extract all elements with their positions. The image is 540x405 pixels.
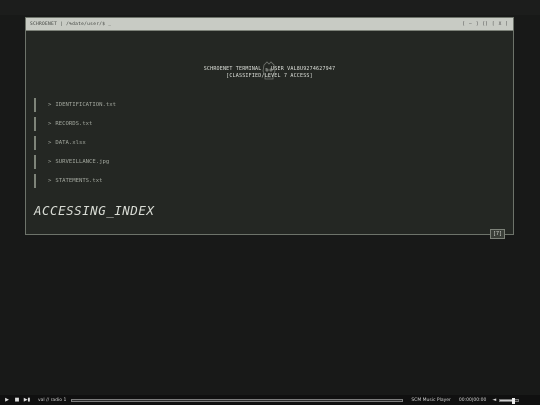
- player-track-name: val // radio 1: [38, 397, 67, 403]
- terminal-access-line: [CLASSIFIED/LEVEL 7 ACCESS]: [226, 72, 313, 79]
- bracket-left-icon: [: [462, 21, 465, 27]
- file-item-bar: [34, 97, 36, 112]
- file-item-label: SURVEILLANCE.jpg: [55, 159, 110, 166]
- file-item-surveillance[interactable]: > SURVEILLANCE.jpg: [34, 153, 116, 172]
- minimize-button[interactable]: –: [468, 22, 473, 27]
- music-player: ▶ ■ ▶▮ val // radio 1 SCM Music Player 0…: [0, 395, 540, 405]
- chevron-right-icon: >: [48, 120, 52, 127]
- close-button[interactable]: X: [498, 22, 503, 27]
- bracket-right-icon: ]: [505, 21, 508, 27]
- maximize-button[interactable]: []: [481, 22, 488, 27]
- volume-slider[interactable]: [499, 397, 520, 404]
- file-item-bar: [34, 135, 36, 150]
- item-counter: [7]: [489, 229, 505, 239]
- file-list: > IDENTIFICATION.txt > RECORDS.txt > DAT…: [34, 95, 116, 191]
- volume-knob[interactable]: [512, 397, 516, 404]
- seek-bar[interactable]: [71, 398, 404, 402]
- chevron-right-icon: >: [48, 101, 52, 108]
- file-item-records[interactable]: > RECORDS.txt: [34, 114, 116, 133]
- file-item-label: RECORDS.txt: [55, 120, 93, 127]
- next-icon[interactable]: ▶▮: [24, 397, 31, 403]
- chevron-right-icon: >: [48, 139, 52, 146]
- file-item-label: IDENTIFICATION.txt: [55, 101, 116, 108]
- file-item-label: DATA.xlsx: [55, 139, 86, 146]
- terminal-window: SCHROENET | /%date/user/$ _ [ – ] [] [ X…: [25, 17, 514, 239]
- bracket-left2-icon: [: [491, 21, 495, 27]
- player-title: SCM Music Player: [411, 397, 451, 403]
- volume-icon[interactable]: ◄: [492, 397, 496, 403]
- terminal-content: SCHROENET TERMINAL - USER VAL8U927462794…: [26, 31, 513, 239]
- file-item-bar: [34, 174, 36, 189]
- accessing-status: ACCESSING_INDEX: [34, 203, 155, 218]
- chevron-right-icon: >: [48, 178, 52, 185]
- file-item-bar: [34, 155, 36, 170]
- window-titlebar[interactable]: SCHROENET | /%date/user/$ _ [ – ] [] [ X…: [26, 18, 513, 31]
- file-item-bar: [34, 116, 36, 131]
- player-time: 00:00|00:00: [458, 397, 487, 403]
- top-strip: [0, 0, 540, 15]
- play-icon[interactable]: ▶: [4, 397, 10, 403]
- bracket-mid-icon: ]: [475, 21, 479, 27]
- window-title: SCHROENET | /%date/user/$ _: [30, 21, 112, 27]
- file-item-identification[interactable]: > IDENTIFICATION.txt: [34, 95, 116, 114]
- file-item-data[interactable]: > DATA.xlsx: [34, 133, 116, 152]
- chevron-right-icon: >: [48, 159, 52, 166]
- file-item-label: STATEMENTS.txt: [55, 178, 103, 185]
- stop-icon[interactable]: ■: [14, 397, 20, 403]
- terminal-header: SCHROENET TERMINAL - USER VAL8U927462794…: [26, 66, 513, 79]
- window-controls: [ – ] [] [ X ]: [461, 22, 509, 27]
- file-item-statements[interactable]: > STATEMENTS.txt: [34, 172, 116, 191]
